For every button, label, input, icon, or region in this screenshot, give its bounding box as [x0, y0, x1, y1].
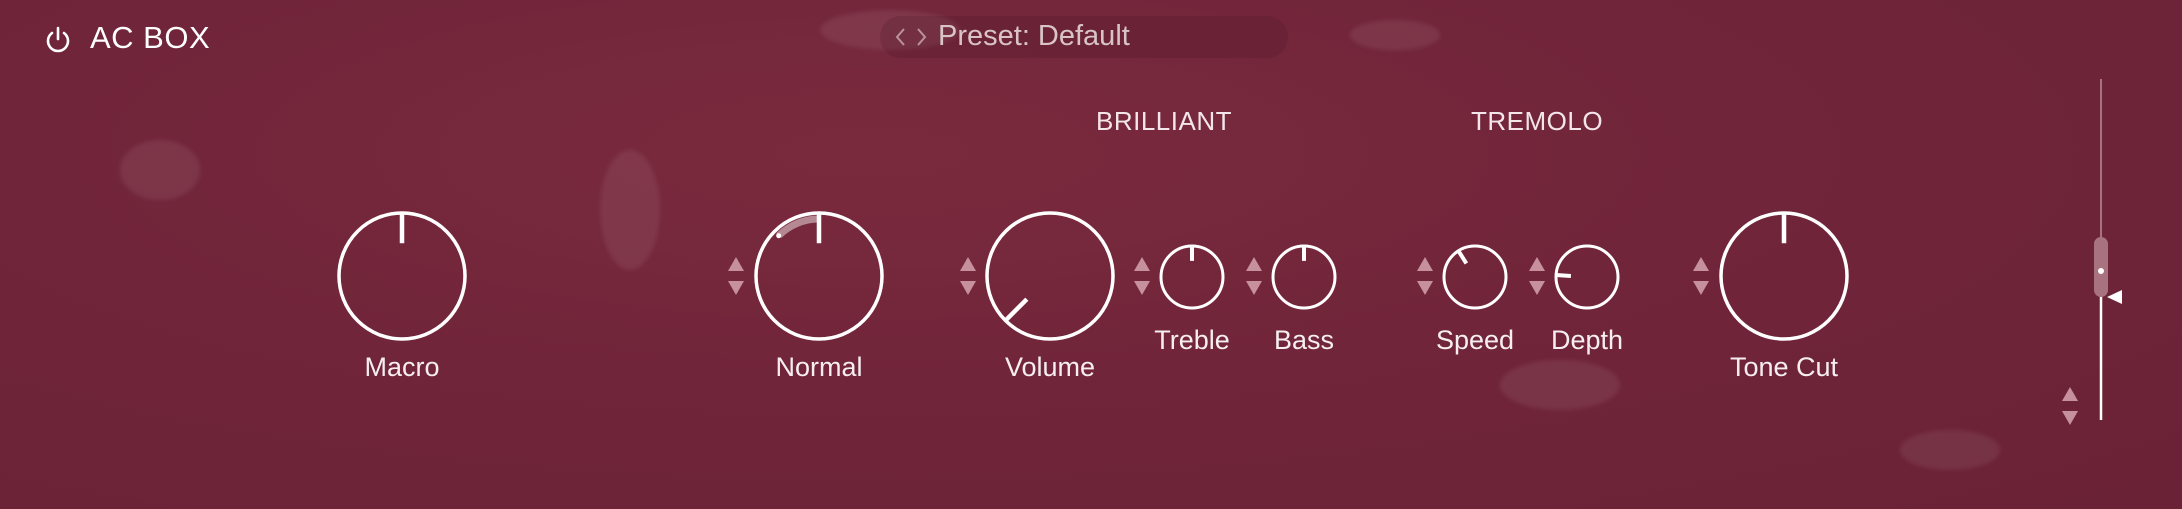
macro-knob-label: Macro	[364, 352, 440, 382]
arrow-down-icon	[1693, 281, 1709, 295]
chevron-left-icon[interactable]	[893, 24, 909, 50]
chevron-right-icon[interactable]	[913, 24, 929, 50]
speed-stepper[interactable]	[1414, 254, 1436, 300]
tone-cut-stepper[interactable]	[1690, 254, 1712, 300]
arrow-up-icon	[1693, 257, 1709, 271]
arrow-down-icon	[728, 281, 744, 295]
volume-stepper[interactable]	[957, 254, 979, 300]
arrow-up-icon	[728, 257, 744, 271]
volume-knob-label: Volume	[1004, 352, 1096, 382]
arrow-up-icon	[1417, 257, 1433, 271]
level-marker-icon	[2107, 290, 2122, 304]
plugin-title: AC BOX	[90, 20, 211, 55]
tone-cut-knob-label: Tone Cut	[1729, 352, 1839, 382]
depth-knob-label: Depth	[1550, 325, 1624, 355]
output-slider[interactable]	[2060, 75, 2130, 435]
bass-knob[interactable]	[1265, 238, 1343, 316]
treble-stepper[interactable]	[1131, 254, 1153, 300]
plugin-panel: AC BOX Preset: Default BRILLIANT TREMOLO…	[0, 0, 2182, 509]
arrow-up-icon	[960, 257, 976, 271]
section-title-brilliant: BRILLIANT	[1096, 106, 1232, 136]
speed-knob[interactable]	[1436, 238, 1514, 316]
depth-stepper[interactable]	[1526, 254, 1548, 300]
normal-stepper[interactable]	[725, 254, 747, 300]
tone-cut-knob[interactable]	[1713, 205, 1855, 347]
arrow-down-icon	[1246, 281, 1262, 295]
speed-knob-indicator	[1456, 249, 1469, 265]
section-title-tremolo: TREMOLO	[1471, 106, 1604, 136]
normal-range-dot	[776, 233, 782, 239]
arrow-up-icon	[1134, 257, 1150, 271]
arrow-up-icon	[1246, 257, 1262, 271]
arrow-down-icon	[1417, 281, 1433, 295]
normal-knob[interactable]	[748, 205, 890, 347]
slider-thumb-dot	[2098, 268, 2104, 274]
arrow-down-icon	[1529, 281, 1545, 295]
arrow-down-icon	[960, 281, 976, 295]
power-icon[interactable]	[44, 25, 72, 55]
bass-knob-label: Bass	[1273, 325, 1335, 355]
preset-label[interactable]: Preset: Default	[938, 20, 1130, 53]
volume-knob-indicator	[1003, 297, 1029, 323]
depth-knob-indicator	[1555, 273, 1572, 278]
bass-stepper[interactable]	[1243, 254, 1265, 300]
macro-knob[interactable]	[331, 205, 473, 347]
speed-knob-ring	[1442, 244, 1508, 310]
slider-thumb	[2094, 237, 2108, 297]
normal-knob-label: Normal	[775, 352, 863, 382]
arrow-down-icon	[1134, 281, 1150, 295]
depth-knob[interactable]	[1548, 238, 1626, 316]
treble-knob[interactable]	[1153, 238, 1231, 316]
arrow-up-icon	[1529, 257, 1545, 271]
